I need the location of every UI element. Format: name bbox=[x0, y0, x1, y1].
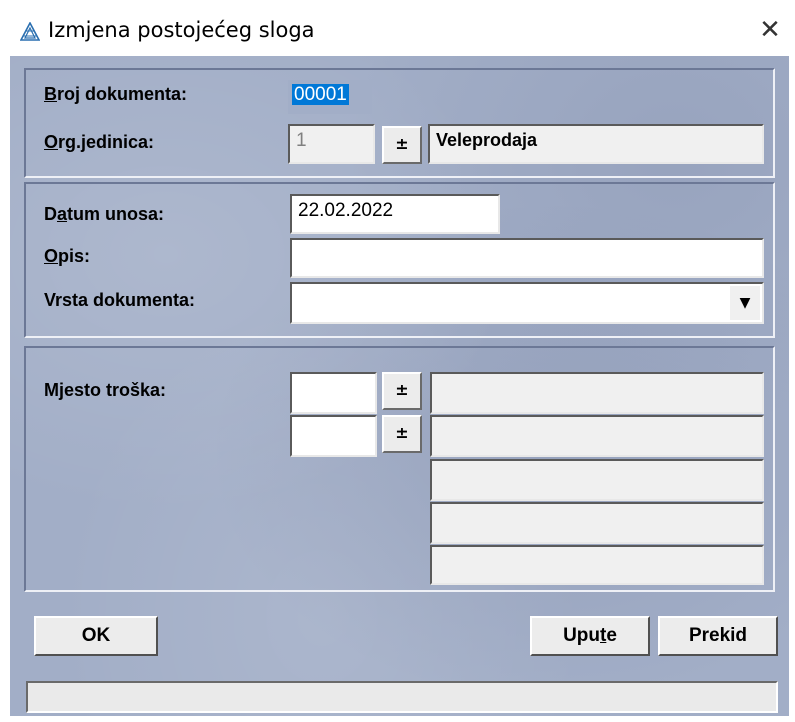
ok-button[interactable]: OK bbox=[34, 616, 158, 656]
dialog-window: Izmjena postojećeg sloga ✕ Broj dokument… bbox=[0, 0, 795, 722]
vrsta-dokumenta-label: Vrsta dokumenta: bbox=[44, 290, 196, 310]
vrsta-dokumenta-select[interactable]: ▼ bbox=[290, 282, 764, 324]
opis-input[interactable] bbox=[290, 238, 764, 278]
datum-unosa-input[interactable]: 22.02.2022 bbox=[290, 194, 500, 234]
app-triangle-icon bbox=[20, 22, 40, 41]
org-jedinica-name: Veleprodaja bbox=[436, 130, 538, 150]
window-title: Izmjena postojećeg sloga bbox=[48, 18, 315, 42]
mjesto-troska-label: Mjesto troška: bbox=[44, 380, 167, 400]
mjesto-troska-name-4 bbox=[430, 502, 764, 544]
close-button[interactable]: ✕ bbox=[750, 10, 790, 50]
broj-dokumenta-label: Broj dokumenta: bbox=[44, 84, 188, 104]
mjesto-troska-name-1 bbox=[430, 372, 764, 414]
org-jedinica-code: 1 bbox=[296, 130, 307, 151]
datum-unosa-label: Datum unosa: bbox=[44, 204, 165, 224]
org-jedinica-code-field[interactable]: 1 bbox=[288, 124, 375, 164]
chevron-down-icon[interactable]: ▼ bbox=[730, 286, 760, 320]
mjesto-troska-code-1[interactable] bbox=[290, 372, 377, 414]
mjesto-troska-picker-1[interactable]: ± bbox=[382, 372, 422, 410]
title-bar: Izmjena postojećeg sloga ✕ bbox=[0, 0, 795, 60]
upute-button[interactable]: Upute bbox=[530, 616, 650, 656]
broj-dokumenta-value: 00001 bbox=[292, 84, 349, 105]
status-bar bbox=[26, 681, 778, 713]
prekid-button[interactable]: Prekid bbox=[658, 616, 778, 656]
datum-unosa-value: 22.02.2022 bbox=[298, 200, 394, 221]
mjesto-troska-name-2 bbox=[430, 415, 764, 457]
mjesto-troska-code-2[interactable] bbox=[290, 415, 377, 457]
org-picker-button[interactable]: ± bbox=[382, 126, 422, 164]
mjesto-troska-picker-2[interactable]: ± bbox=[382, 415, 422, 453]
org-jedinica-label: Org.jedinica: bbox=[44, 132, 155, 152]
dialog-client-area: Broj dokumenta: 00001 Org.jedinica: 1 ± … bbox=[10, 56, 789, 716]
mjesto-troska-name-3 bbox=[430, 459, 764, 501]
broj-dokumenta-field[interactable]: 00001 bbox=[288, 80, 372, 114]
org-jedinica-name-field: Veleprodaja bbox=[428, 124, 764, 164]
opis-label: Opis: bbox=[44, 246, 91, 266]
mjesto-troska-name-5 bbox=[430, 545, 764, 585]
